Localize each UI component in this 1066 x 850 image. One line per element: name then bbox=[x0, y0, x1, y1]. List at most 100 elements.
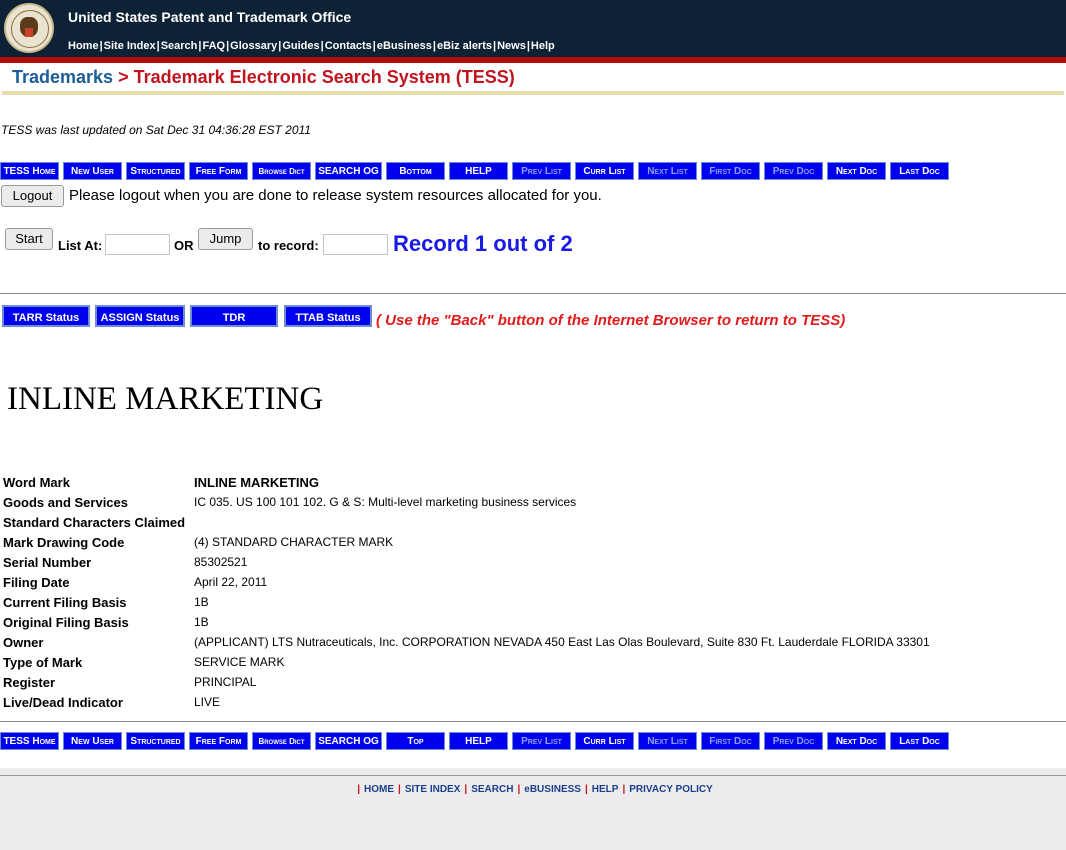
last-doc-button[interactable]: Last Doc bbox=[890, 162, 949, 180]
nav-search[interactable]: Search bbox=[161, 40, 198, 52]
nav-ebiz-alerts[interactable]: eBiz alerts bbox=[437, 40, 492, 52]
next-doc-button[interactable]: Next Doc bbox=[827, 162, 886, 180]
breadcrumb-trademarks[interactable]: Trademarks bbox=[12, 67, 113, 87]
footer-search-link[interactable]: SEARCH bbox=[471, 784, 513, 795]
footer-home-link[interactable]: HOME bbox=[364, 784, 394, 795]
bottom-button[interactable]: Bottom bbox=[386, 162, 445, 180]
detail-row: Register PRINCIPAL bbox=[0, 675, 1066, 695]
nav-news[interactable]: News bbox=[497, 40, 526, 52]
last-doc-button[interactable]: Last Doc bbox=[890, 732, 949, 750]
header-accent-stripe bbox=[0, 57, 1066, 63]
nav-home[interactable]: Home bbox=[68, 40, 99, 52]
prev-list-button[interactable]: Prev List bbox=[512, 162, 571, 180]
detail-row: Filing Date April 22, 2011 bbox=[0, 575, 1066, 595]
next-list-button[interactable]: Next List bbox=[638, 162, 697, 180]
browse-dict-button[interactable]: Browse Dict bbox=[252, 162, 311, 180]
browse-dict-button[interactable]: Browse Dict bbox=[252, 732, 311, 750]
top-nav: Home|Site Index|Search|FAQ|Glossary|Guid… bbox=[68, 40, 555, 52]
help-button[interactable]: HELP bbox=[449, 162, 508, 180]
search-og-button[interactable]: SEARCH OG bbox=[315, 732, 382, 750]
detail-row: Goods and Services IC 035. US 100 101 102… bbox=[0, 495, 1066, 515]
detail-value: (APPLICANT) LTS Nutraceuticals, Inc. COR… bbox=[194, 635, 930, 649]
nav-help[interactable]: Help bbox=[531, 40, 555, 52]
detail-value: 1B bbox=[194, 615, 209, 629]
curr-list-button[interactable]: Curr List bbox=[575, 732, 634, 750]
first-doc-button[interactable]: First Doc bbox=[701, 162, 760, 180]
curr-list-button[interactable]: Curr List bbox=[575, 162, 634, 180]
structured-button[interactable]: Structured bbox=[126, 162, 185, 180]
detail-value: PRINCIPAL bbox=[194, 675, 257, 689]
list-at-label: List At: bbox=[58, 238, 103, 253]
detail-label: Standard Characters Claimed bbox=[3, 515, 186, 530]
next-doc-button[interactable]: Next Doc bbox=[827, 732, 886, 750]
nav-faq[interactable]: FAQ bbox=[202, 40, 225, 52]
detail-value: (4) STANDARD CHARACTER MARK bbox=[194, 535, 394, 549]
detail-label: Type of Mark bbox=[3, 655, 83, 670]
structured-button[interactable]: Structured bbox=[126, 732, 185, 750]
detail-value: IC 035. US 100 101 102. G & S: Multi-lev… bbox=[194, 495, 577, 509]
detail-value: LIVE bbox=[194, 695, 221, 709]
start-button[interactable]: Start bbox=[5, 228, 53, 250]
tarr-status-button[interactable]: TARR Status bbox=[2, 305, 90, 327]
first-doc-button[interactable]: First Doc bbox=[701, 732, 760, 750]
last-updated-text: TESS was last updated on Sat Dec 31 04:3… bbox=[1, 123, 311, 137]
free-form-button[interactable]: Free Form bbox=[189, 162, 248, 180]
detail-label: Live/Dead Indicator bbox=[3, 695, 123, 710]
next-list-button[interactable]: Next List bbox=[638, 732, 697, 750]
help-button[interactable]: HELP bbox=[449, 732, 508, 750]
detail-label: Serial Number bbox=[3, 555, 92, 570]
org-name: United States Patent and Trademark Offic… bbox=[68, 9, 352, 25]
or-label: OR bbox=[174, 238, 194, 253]
nav-site-index[interactable]: Site Index bbox=[104, 40, 156, 52]
detail-label: Mark Drawing Code bbox=[3, 535, 125, 550]
footer-ebusiness-link[interactable]: eBUSINESS bbox=[524, 784, 581, 795]
nav-guides[interactable]: Guides bbox=[282, 40, 319, 52]
detail-row: Word Mark INLINE MARKETING bbox=[0, 475, 1066, 495]
detail-row: Live/Dead Indicator LIVE bbox=[0, 695, 1066, 715]
detail-label: Register bbox=[3, 675, 56, 690]
footer-divider bbox=[0, 775, 1066, 776]
footer-privacy-policy-link[interactable]: PRIVACY POLICY bbox=[629, 784, 713, 795]
ttab-status-button[interactable]: TTAB Status bbox=[284, 305, 372, 327]
assign-status-button[interactable]: ASSIGN Status bbox=[95, 305, 185, 327]
tdr-button[interactable]: TDR bbox=[190, 305, 278, 327]
detail-label: Owner bbox=[3, 635, 44, 650]
to-record-label: to record: bbox=[258, 238, 319, 253]
nav-contacts[interactable]: Contacts bbox=[325, 40, 372, 52]
list-at-input[interactable] bbox=[105, 234, 170, 255]
free-form-button[interactable]: Free Form bbox=[189, 732, 248, 750]
search-og-button[interactable]: SEARCH OG bbox=[315, 162, 382, 180]
jump-button[interactable]: Jump bbox=[198, 228, 253, 250]
footer-links: | HOME | SITE INDEX | SEARCH | eBUSINESS | HELP | P… bbox=[357, 784, 713, 795]
detail-value: 1B bbox=[194, 595, 209, 609]
new-user-button[interactable]: New User bbox=[63, 162, 122, 180]
tess-home-button[interactable]: TESS Home bbox=[0, 732, 59, 750]
detail-value: SERVICE MARK bbox=[194, 655, 285, 669]
detail-row: Mark Drawing Code (4) STANDARD CHARACTER … bbox=[0, 535, 1066, 555]
new-user-button[interactable]: New User bbox=[63, 732, 122, 750]
tess-home-button[interactable]: TESS Home bbox=[0, 162, 59, 180]
to-record-input[interactable] bbox=[323, 234, 388, 255]
detail-value: 85302521 bbox=[194, 555, 248, 569]
nav-glossary[interactable]: Glossary bbox=[230, 40, 277, 52]
mark-image: INLINE MARKETING bbox=[7, 381, 324, 417]
detail-label: Goods and Services bbox=[3, 495, 128, 510]
detail-label: Original Filing Basis bbox=[3, 615, 129, 630]
detail-row: Owner (APPLICANT) LTS Nutraceuticals, Inc… bbox=[0, 635, 1066, 655]
prev-doc-button[interactable]: Prev Doc bbox=[764, 732, 823, 750]
footer bbox=[0, 768, 1066, 850]
top-button[interactable]: Top bbox=[386, 732, 445, 750]
prev-doc-button[interactable]: Prev Doc bbox=[764, 162, 823, 180]
breadcrumb-tess: Trademark Electronic Search System (TESS… bbox=[133, 67, 515, 87]
prev-list-button[interactable]: Prev List bbox=[512, 732, 571, 750]
uspto-seal-icon[interactable] bbox=[4, 3, 54, 53]
footer-site-index-link[interactable]: SITE INDEX bbox=[405, 784, 461, 795]
nav-ebusiness[interactable]: eBusiness bbox=[377, 40, 432, 52]
bottom-button-bar: TESS Home New User Structured Free Form … bbox=[0, 732, 1066, 750]
logout-button[interactable]: Logout bbox=[1, 185, 64, 207]
logout-message: Please logout when you are done to relea… bbox=[69, 187, 602, 204]
detail-row: Current Filing Basis 1B bbox=[0, 595, 1066, 615]
footer-help-link[interactable]: HELP bbox=[592, 784, 619, 795]
detail-value: INLINE MARKETING bbox=[194, 475, 319, 490]
detail-row: Type of Mark SERVICE MARK bbox=[0, 655, 1066, 675]
